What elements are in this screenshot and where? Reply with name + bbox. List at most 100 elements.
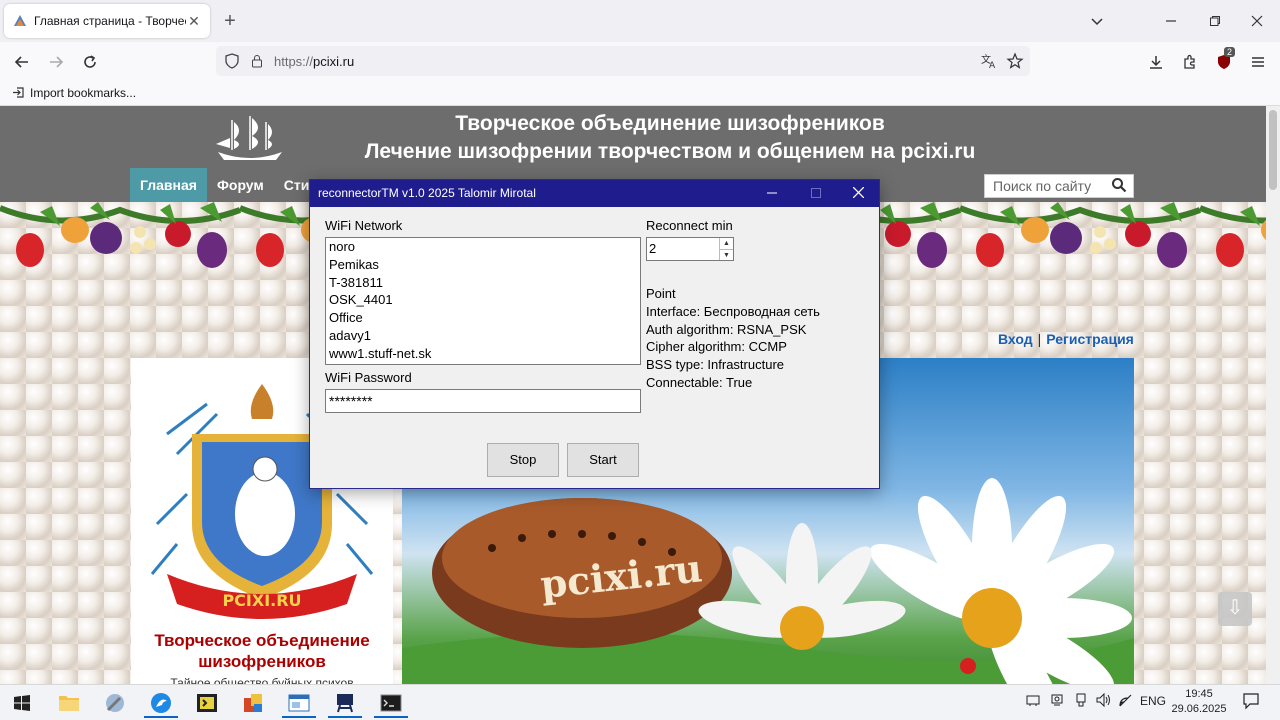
taskbar-clock[interactable]: 19:45 29.06.2025: [1166, 687, 1232, 717]
info-interface: Interface: Беспроводная сеть: [646, 303, 820, 319]
svg-text:A: A: [989, 61, 996, 70]
reconnect-min-stepper[interactable]: 2 ▲ ▼: [646, 237, 734, 261]
network-item[interactable]: noro: [326, 238, 640, 256]
list-all-tabs-icon[interactable]: [1084, 8, 1110, 34]
close-tab-icon[interactable]: ✕: [186, 13, 202, 30]
app-menu-button[interactable]: [1245, 49, 1271, 75]
console-app[interactable]: [372, 688, 410, 718]
tool-app[interactable]: [96, 688, 134, 718]
network-item[interactable]: T-381811: [326, 274, 640, 292]
screen: Главная страница - Творческо ✕ + https:/…: [0, 0, 1280, 720]
remote-app[interactable]: [326, 688, 364, 718]
wifi-password-field[interactable]: ********: [325, 389, 641, 413]
import-bookmarks-item[interactable]: Import bookmarks...: [12, 86, 136, 100]
info-point: Point: [646, 286, 676, 301]
volume-icon[interactable]: [1096, 692, 1112, 710]
new-tab-button[interactable]: +: [219, 10, 241, 32]
stop-button[interactable]: Stop: [487, 443, 559, 477]
auth-links: Вход | Регистрация: [998, 331, 1134, 347]
menu-item-forum[interactable]: Форум: [207, 168, 274, 202]
console-icon: [380, 694, 402, 712]
downloads-button[interactable]: [1143, 49, 1169, 75]
card-subtitle: Тайное общество буйных психов: [170, 676, 354, 684]
notification-icon[interactable]: [1242, 692, 1260, 713]
scrollbar-thumb[interactable]: [1269, 110, 1277, 190]
arrow-left-icon: [14, 56, 28, 68]
reload-icon: [84, 55, 96, 68]
reload-button[interactable]: [77, 49, 103, 75]
import-bookmarks-label: Import bookmarks...: [30, 85, 137, 100]
browser-icon: [151, 693, 171, 713]
url-host: pcixi.ru: [313, 53, 355, 69]
browser-nav-bar: https://pcixi.ru 文A 2: [0, 42, 1280, 80]
url-scheme: https://: [274, 53, 314, 69]
network-item[interactable]: adavy1: [326, 327, 640, 345]
tray-usb-icon[interactable]: [1074, 693, 1088, 710]
notepadpp-app[interactable]: [188, 688, 226, 718]
register-link[interactable]: Регистрация: [1046, 331, 1134, 347]
menu-item-home[interactable]: Главная: [130, 168, 207, 202]
tab-title: Главная страница - Творческо: [34, 14, 186, 28]
chair-monitor-icon: [337, 694, 353, 713]
file-explorer-app[interactable]: [50, 688, 88, 718]
browser-tab-active[interactable]: Главная страница - Творческо ✕: [4, 4, 210, 38]
restore-window-icon[interactable]: [1202, 8, 1228, 34]
info-bss: BSS type: Infrastructure: [646, 357, 785, 373]
network-item[interactable]: www1.stuff-net.sk: [326, 345, 640, 363]
info-connectable: Connectable: True: [646, 374, 753, 390]
minimize-window-icon[interactable]: [1158, 8, 1184, 34]
translate-icon[interactable]: 文A: [980, 52, 998, 73]
network-info-panel: Point Interface: Беспроводная сеть Auth …: [646, 285, 820, 392]
wifi-network-list[interactable]: noro Pemikas T-381811 OSK_4401 Office ad…: [325, 237, 641, 365]
ublock-extension-button[interactable]: 2: [1211, 47, 1237, 75]
office-icon: [244, 694, 262, 712]
page-scrollbar[interactable]: [1266, 106, 1280, 684]
tray-network-adapter-icon[interactable]: [1050, 693, 1064, 710]
site-subtitle: Лечение шизофрении творчеством и общение…: [364, 140, 976, 163]
reconnector-app[interactable]: [280, 688, 318, 718]
site-title: Творческое объединение шизофреников: [455, 112, 885, 135]
close-window-icon[interactable]: [1244, 8, 1270, 34]
wifi-icon[interactable]: [1118, 693, 1134, 710]
bookmark-star-icon[interactable]: [1006, 52, 1024, 73]
card-title: Творческое объединение шизофреников: [154, 631, 370, 671]
lock-icon[interactable]: [250, 54, 264, 68]
hamburger-menu-icon: [1252, 57, 1264, 67]
info-cipher: Cipher algorithm: CCMP: [646, 339, 787, 355]
forward-button[interactable]: [43, 49, 69, 75]
search-placeholder: Поиск по сайту: [993, 178, 1092, 194]
emblem-banner-text: PCIXI.RU: [222, 591, 301, 610]
window-title-bar[interactable]: reconnectorTM v1.0 2025 Talomir Mirotal: [310, 180, 879, 207]
reconnect-min-value: 2: [649, 241, 657, 256]
window-title: reconnectorTM v1.0 2025 Talomir Mirotal: [318, 186, 536, 200]
start-button[interactable]: [3, 688, 41, 718]
ship-logo-icon[interactable]: [212, 114, 288, 166]
office-app[interactable]: [234, 688, 272, 718]
wifi-network-label: WiFi Network: [325, 218, 403, 233]
network-item[interactable]: Pemikas: [326, 256, 640, 274]
login-link[interactable]: Вход: [998, 331, 1033, 347]
info-auth: Auth algorithm: RSNA_PSK: [646, 321, 807, 337]
firefox-app[interactable]: [142, 688, 180, 718]
site-menu: Главная Форум Сти: [130, 168, 319, 202]
input-language[interactable]: ENG: [1140, 694, 1166, 708]
start-button[interactable]: Start: [567, 443, 639, 477]
network-item[interactable]: Office: [326, 309, 640, 327]
network-item[interactable]: OSK_4401: [326, 291, 640, 309]
ladybug-decoration: [960, 658, 976, 674]
tracking-shield-icon[interactable]: [224, 53, 240, 69]
search-icon[interactable]: [1111, 177, 1127, 193]
windows-logo-icon: [14, 695, 30, 711]
back-button[interactable]: [9, 49, 35, 75]
stepper-down-icon[interactable]: ▼: [720, 249, 733, 260]
stepper-up-icon[interactable]: ▲: [720, 238, 733, 249]
tray-device-icon[interactable]: [1026, 693, 1040, 710]
extensions-button[interactable]: [1177, 49, 1203, 75]
browser-tab-bar: Главная страница - Творческо ✕ +: [0, 0, 1280, 42]
minimize-icon[interactable]: [750, 180, 794, 207]
url-bar[interactable]: https://pcixi.ru 文A: [216, 46, 1030, 76]
close-icon[interactable]: [836, 180, 880, 207]
scroll-to-top-button[interactable]: ⇩: [1218, 592, 1252, 626]
window-app-icon: [288, 694, 310, 712]
site-search-input[interactable]: Поиск по сайту: [984, 174, 1134, 198]
